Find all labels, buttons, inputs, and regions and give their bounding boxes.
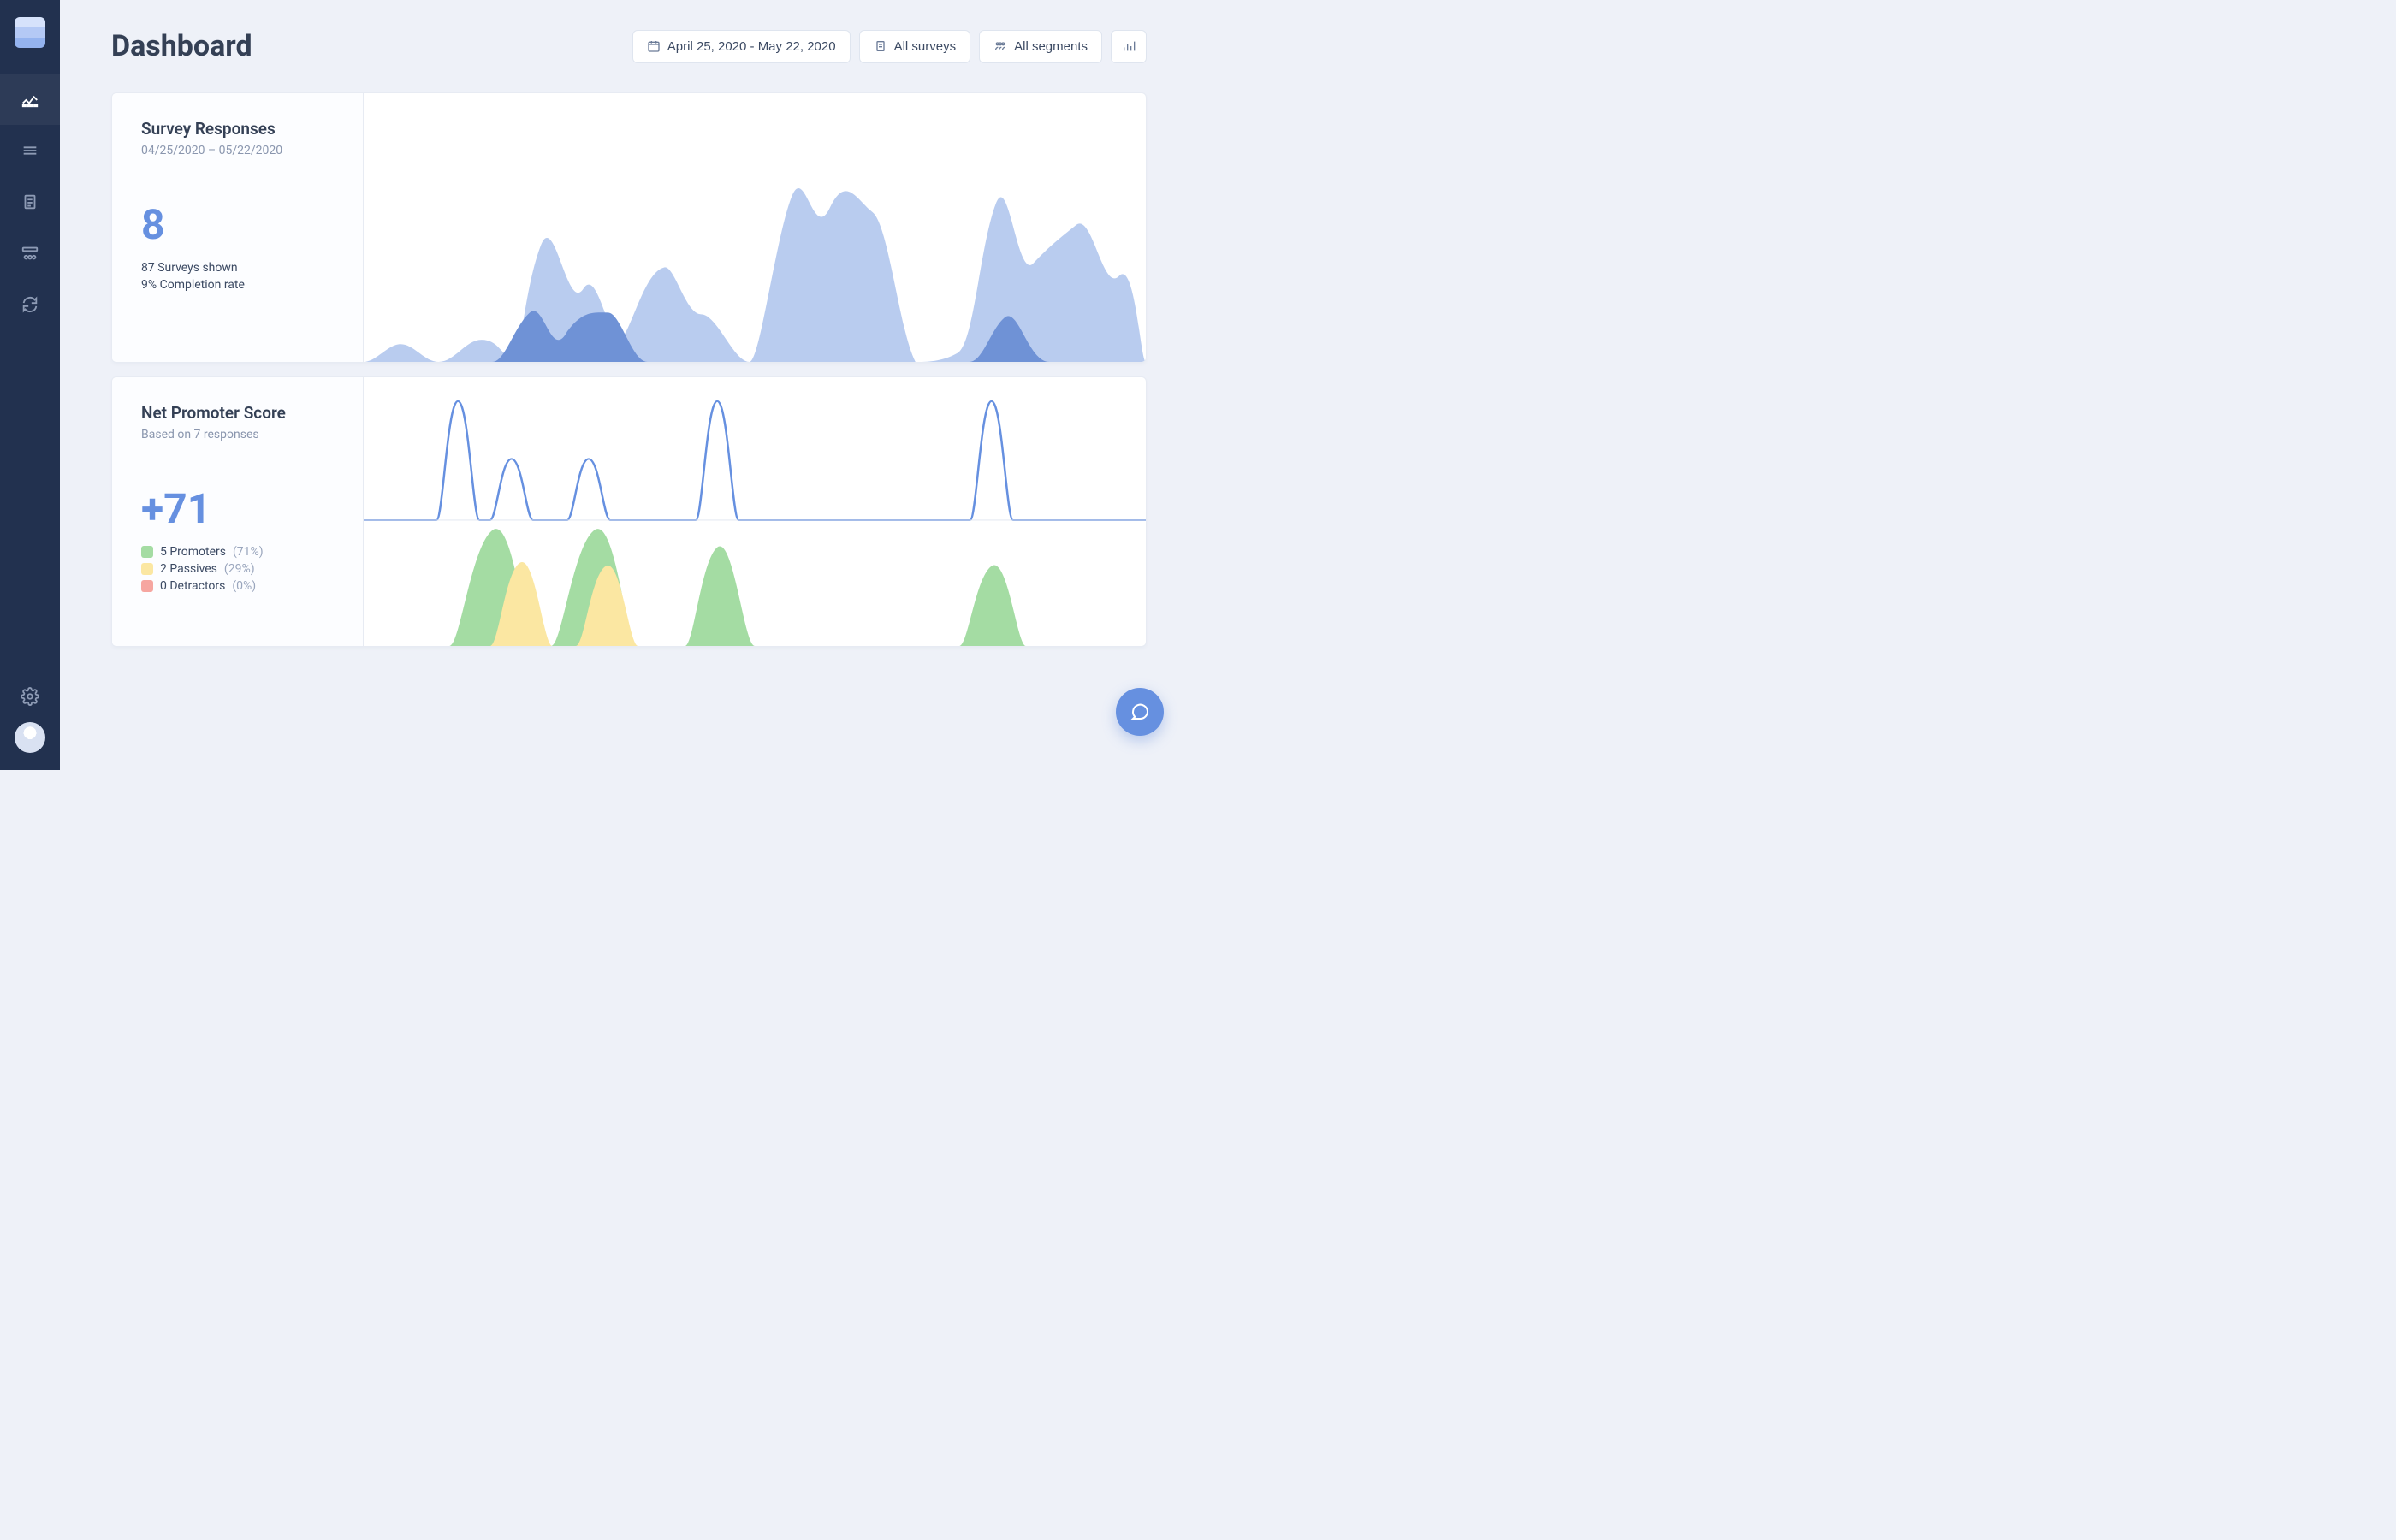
responses-chart — [364, 93, 1146, 362]
nps-line — [364, 401, 1146, 520]
detractors-pct: (0%) — [232, 579, 256, 593]
calendar-icon — [647, 39, 661, 53]
completion-rate: 9% Completion rate — [141, 278, 334, 292]
sidebar-item-settings[interactable] — [0, 671, 60, 722]
menu-icon — [21, 141, 39, 160]
segments-btn-icon — [993, 39, 1007, 53]
card-survey-responses-stats: Survey Responses 04/25/2020 – 05/22/2020… — [112, 93, 364, 362]
legend-detractors: 0 Detractors (0%) — [141, 579, 334, 593]
legend-promoters: 5 Promoters (71%) — [141, 545, 334, 559]
app-logo — [15, 17, 45, 48]
segments-icon — [21, 244, 39, 263]
segments-filter-button[interactable]: All segments — [979, 30, 1102, 63]
sidebar — [0, 0, 60, 770]
main-content: Dashboard April 25, 2020 - May 22, 2020 … — [60, 0, 1198, 770]
avatar[interactable] — [15, 722, 45, 753]
dot-promoters — [141, 546, 153, 558]
page-title: Dashboard — [111, 29, 252, 63]
header: Dashboard April 25, 2020 - May 22, 2020 … — [111, 29, 1147, 63]
gear-icon — [21, 687, 39, 706]
toolbar: April 25, 2020 - May 22, 2020 All survey… — [632, 30, 1147, 63]
detractors-text: 0 Detractors — [160, 579, 225, 593]
card-subtitle: 04/25/2020 – 05/22/2020 — [141, 144, 334, 157]
card-title: Survey Responses — [141, 119, 334, 139]
passives-text: 2 Passives — [160, 562, 217, 576]
sidebar-item-sync[interactable] — [0, 279, 60, 330]
chat-button[interactable] — [1116, 688, 1164, 736]
promoters-text: 5 Promoters — [160, 545, 226, 559]
bump-green-4 — [959, 566, 1026, 646]
survey-icon — [874, 39, 887, 53]
bump-green-3 — [685, 547, 755, 646]
chart-icon — [21, 90, 39, 109]
card-nps: Net Promoter Score Based on 7 responses … — [111, 376, 1147, 647]
sidebar-item-list[interactable] — [0, 125, 60, 176]
promoters-pct: (71%) — [233, 545, 264, 559]
card-subtitle: Based on 7 responses — [141, 428, 334, 441]
nps-chart — [364, 377, 1146, 646]
sidebar-item-surveys[interactable] — [0, 176, 60, 228]
card-nps-stats: Net Promoter Score Based on 7 responses … — [112, 377, 364, 646]
sync-icon — [21, 295, 39, 314]
bars-icon — [1122, 39, 1136, 53]
card-title: Net Promoter Score — [141, 403, 334, 423]
date-range-label: April 25, 2020 - May 22, 2020 — [667, 39, 836, 54]
clipboard-icon — [21, 192, 39, 211]
legend-passives: 2 Passives (29%) — [141, 562, 334, 576]
surveys-shown: 87 Surveys shown — [141, 261, 334, 275]
dot-detractors — [141, 580, 153, 592]
chat-icon — [1130, 702, 1150, 722]
sidebar-item-segments[interactable] — [0, 228, 60, 279]
area-shown — [364, 188, 1146, 362]
nps-score: +71 — [141, 484, 334, 533]
passives-pct: (29%) — [224, 562, 255, 576]
date-range-button[interactable]: April 25, 2020 - May 22, 2020 — [632, 30, 851, 63]
dot-passives — [141, 563, 153, 575]
surveys-filter-label: All surveys — [894, 39, 957, 54]
responses-count: 8 — [141, 200, 334, 249]
segments-filter-label: All segments — [1014, 39, 1088, 54]
surveys-filter-button[interactable]: All surveys — [859, 30, 971, 63]
sidebar-item-dashboard[interactable] — [0, 74, 60, 125]
chart-options-button[interactable] — [1111, 30, 1147, 63]
card-survey-responses: Survey Responses 04/25/2020 – 05/22/2020… — [111, 92, 1147, 363]
